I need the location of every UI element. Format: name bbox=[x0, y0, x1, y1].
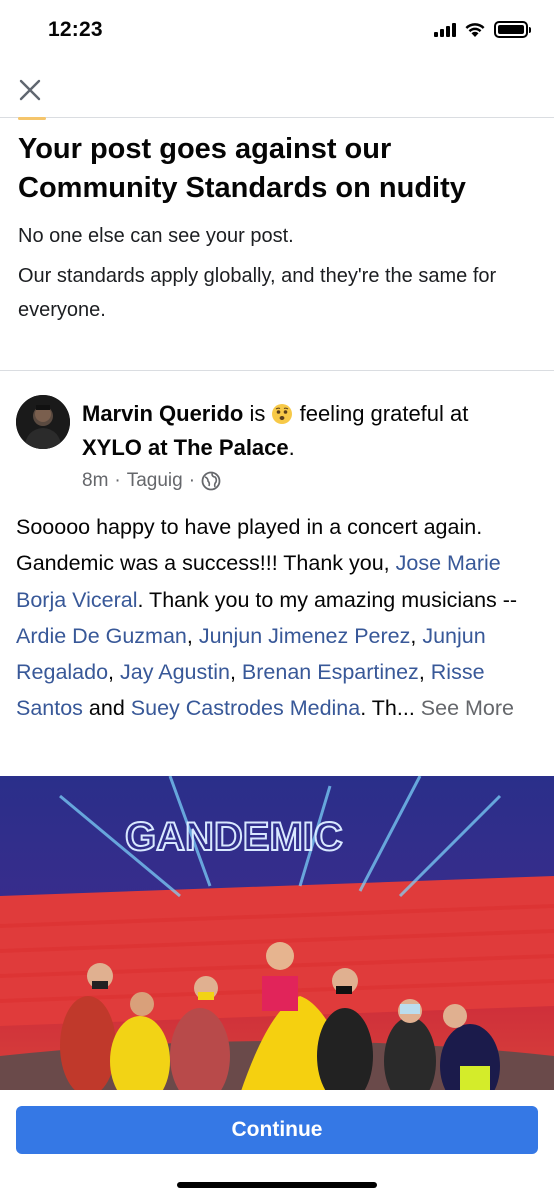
tag-link[interactable]: Suey Castrodes Medina bbox=[131, 696, 360, 720]
post-photo[interactable]: GANDEMIC bbox=[0, 776, 554, 1094]
top-bar bbox=[0, 62, 554, 118]
tag-link[interactable]: Brenan Espartinez bbox=[242, 660, 419, 684]
post-header: Marvin Querido is feeling grateful at XY… bbox=[82, 401, 469, 460]
battery-icon bbox=[494, 21, 531, 38]
author-name[interactable]: Marvin Querido bbox=[82, 401, 243, 426]
globe-icon bbox=[201, 471, 221, 491]
status-time: 12:23 bbox=[48, 18, 103, 41]
close-icon bbox=[19, 79, 41, 101]
tag-link[interactable]: Junjun Jimenez Perez bbox=[199, 624, 411, 648]
section-divider bbox=[0, 370, 554, 371]
status-icons bbox=[434, 21, 531, 38]
location-link[interactable]: XYLO at The Palace bbox=[82, 435, 289, 460]
notice-title: Your post goes against our Community Sta… bbox=[18, 133, 466, 204]
notice-visibility-text: No one else can see your post. bbox=[18, 225, 294, 247]
post-text: Sooooo happy to have played in a concert… bbox=[16, 515, 518, 721]
continue-button[interactable]: Continue bbox=[16, 1106, 538, 1154]
post-place[interactable]: Taguig bbox=[127, 470, 183, 492]
accent-divider bbox=[18, 117, 46, 120]
grateful-emoji-icon bbox=[272, 404, 293, 424]
close-button[interactable] bbox=[14, 74, 46, 106]
post-meta: 8m · Taguig · bbox=[82, 470, 221, 492]
footer: Continue bbox=[0, 1090, 554, 1200]
stage-sign: GANDEMIC bbox=[125, 815, 343, 859]
policy-notice: Your post goes against our Community Sta… bbox=[0, 130, 554, 327]
tag-link[interactable]: Jay Agustin bbox=[120, 660, 230, 684]
see-more-link[interactable]: See More bbox=[421, 696, 514, 720]
cellular-signal-icon bbox=[434, 22, 456, 37]
home-indicator bbox=[177, 1182, 377, 1188]
tag-link[interactable]: Ardie De Guzman bbox=[16, 624, 187, 648]
feeling-text: feeling grateful bbox=[293, 401, 444, 426]
wifi-icon bbox=[465, 22, 485, 37]
status-bar: 12:23 bbox=[0, 0, 554, 62]
notice-standards-text: Our standards apply globally, and they'r… bbox=[18, 265, 497, 321]
post-time[interactable]: 8m bbox=[82, 470, 108, 492]
avatar[interactable] bbox=[16, 395, 70, 449]
